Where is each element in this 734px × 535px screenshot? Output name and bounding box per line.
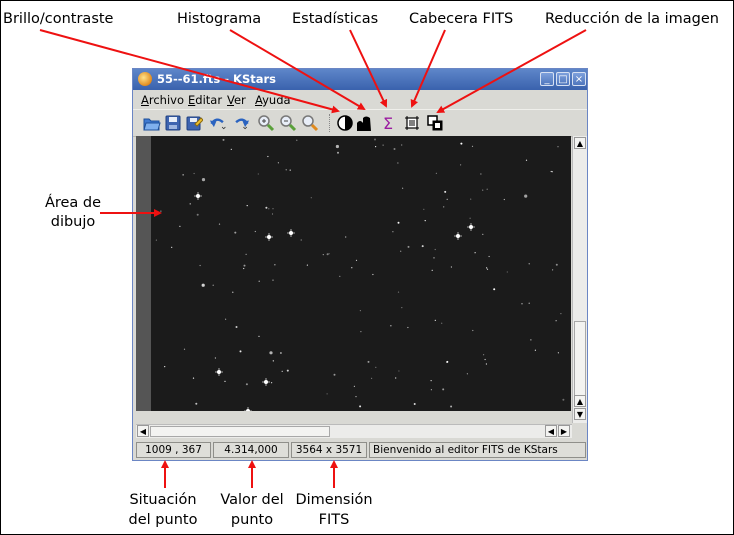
arrow-fits-header <box>410 29 446 108</box>
arrow-histogram <box>229 29 366 111</box>
arrow-brightness-contrast <box>39 29 340 114</box>
arrow-statistics <box>349 29 388 108</box>
annotation-arrows <box>39 29 587 488</box>
arrow-image-reduction <box>436 29 587 113</box>
